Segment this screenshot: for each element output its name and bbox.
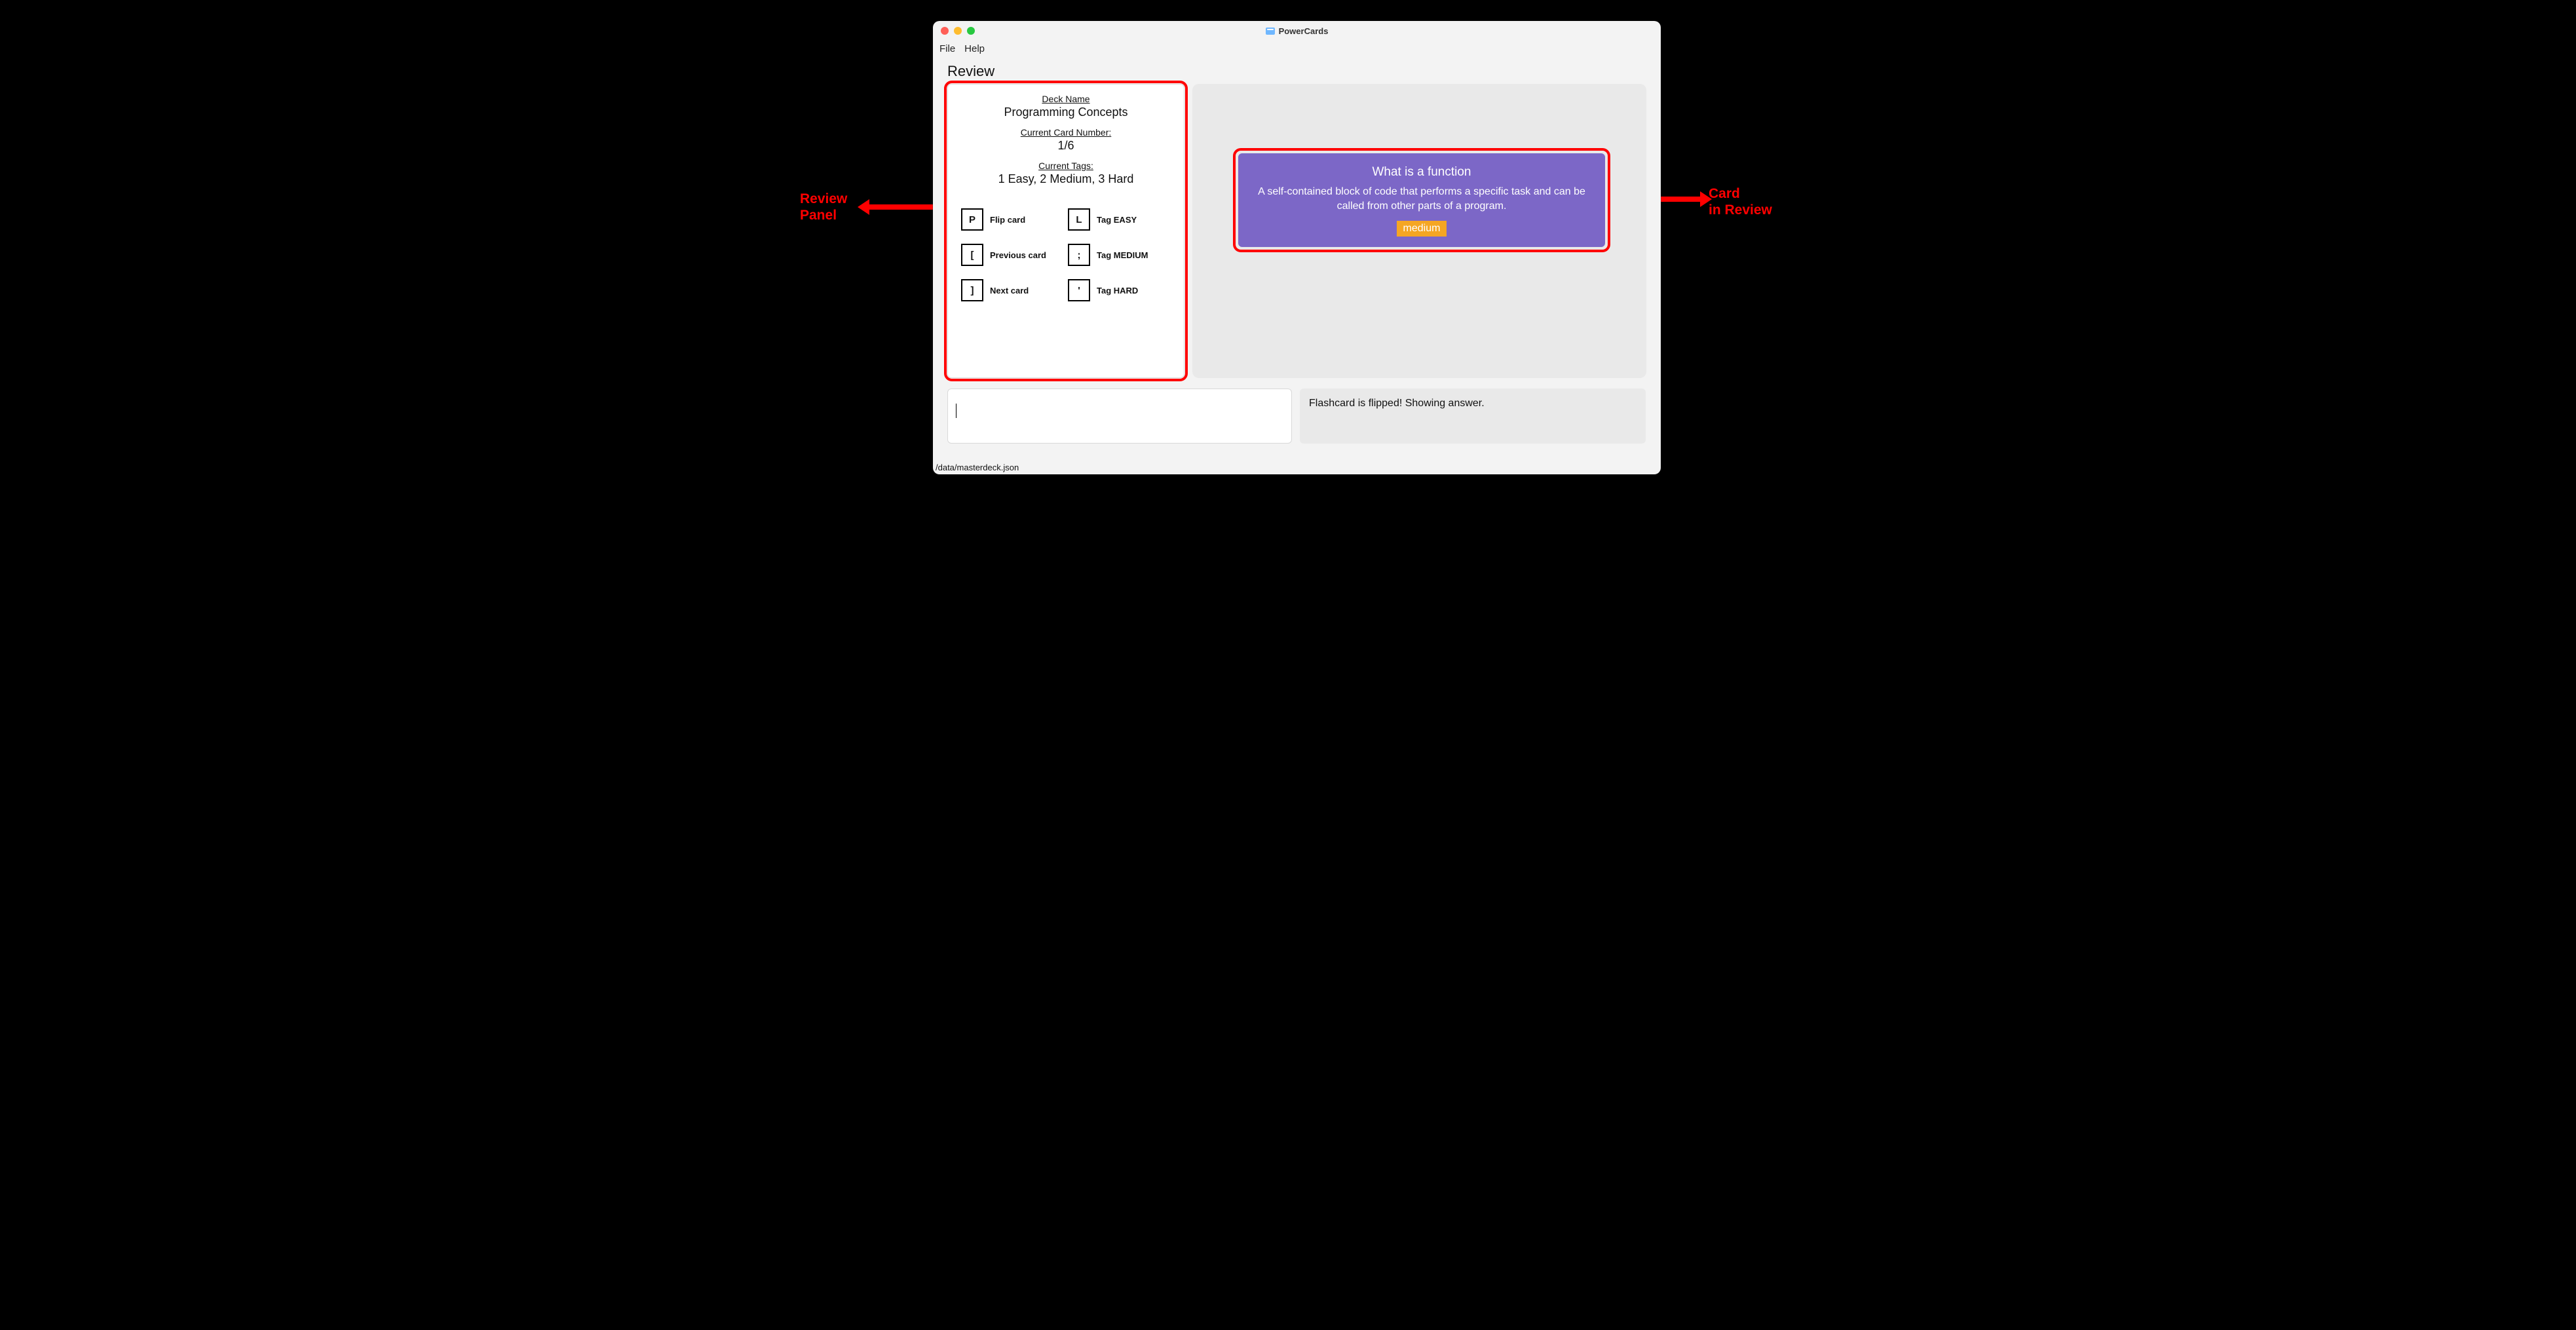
window-title: PowerCards xyxy=(1266,26,1329,36)
app-icon xyxy=(1266,28,1275,35)
key-hard: ' xyxy=(1068,279,1090,301)
window-controls xyxy=(941,27,975,35)
card-number-value: 1/6 xyxy=(955,139,1177,153)
menu-help[interactable]: Help xyxy=(964,43,985,54)
label-medium: Tag MEDIUM xyxy=(1097,250,1148,260)
status-message-box: Flashcard is flipped! Showing answer. xyxy=(1300,389,1646,444)
shortcut-flip: P Flip card xyxy=(961,208,1064,231)
label-hard: Tag HARD xyxy=(1097,286,1138,295)
key-prev: [ xyxy=(961,244,983,266)
annotation-left-line1: ReviewPanel xyxy=(800,191,847,223)
key-flip: P xyxy=(961,208,983,231)
deck-name-value: Programming Concepts xyxy=(955,105,1177,119)
shortcut-medium: ; Tag MEDIUM xyxy=(1068,244,1171,266)
label-prev: Previous card xyxy=(990,250,1046,260)
annotation-right-line1: Cardin Review xyxy=(1709,186,1772,218)
status-message: Flashcard is flipped! Showing answer. xyxy=(1309,398,1485,409)
label-flip: Flip card xyxy=(990,215,1025,225)
text-cursor-icon xyxy=(956,404,957,418)
key-medium: ; xyxy=(1068,244,1090,266)
label-easy: Tag EASY xyxy=(1097,215,1137,225)
page-title: Review xyxy=(947,63,994,80)
label-next: Next card xyxy=(990,286,1029,295)
key-easy: L xyxy=(1068,208,1090,231)
tags-value: 1 Easy, 2 Medium, 3 Hard xyxy=(955,172,1177,186)
shortcut-prev: [ Previous card xyxy=(961,244,1064,266)
card-area: What is a function A self-contained bloc… xyxy=(1192,84,1646,378)
menu-file[interactable]: File xyxy=(939,43,955,54)
deck-name-label: Deck Name xyxy=(955,94,1177,104)
card-number-label: Current Card Number: xyxy=(955,127,1177,138)
shortcut-easy: L Tag EASY xyxy=(1068,208,1171,231)
app-window: PowerCards File Help Review Deck Name Pr… xyxy=(933,21,1661,474)
key-next: ] xyxy=(961,279,983,301)
annotation-arrow-left xyxy=(869,204,938,210)
zoom-icon[interactable] xyxy=(967,27,975,35)
review-panel: Deck Name Programming Concepts Current C… xyxy=(947,84,1184,378)
minimize-icon[interactable] xyxy=(954,27,962,35)
menubar: File Help xyxy=(933,41,1661,56)
shortcut-hard: ' Tag HARD xyxy=(1068,279,1171,301)
app-title-text: PowerCards xyxy=(1279,26,1329,36)
titlebar: PowerCards xyxy=(933,21,1661,41)
annotation-card-in-review: Cardin Review xyxy=(1709,185,1772,218)
tags-label: Current Tags: xyxy=(955,161,1177,171)
card-answer: A self-contained block of code that perf… xyxy=(1249,185,1595,213)
card-difficulty-badge: medium xyxy=(1397,221,1447,237)
close-icon[interactable] xyxy=(941,27,949,35)
shortcut-grid: P Flip card L Tag EASY [ Previous card ;… xyxy=(955,208,1177,301)
annotation-review-panel: ReviewPanel xyxy=(800,191,847,223)
card-question: What is a function xyxy=(1249,165,1595,180)
footer-path: /data/masterdeck.json xyxy=(936,463,1019,472)
flashcard[interactable]: What is a function A self-contained bloc… xyxy=(1238,153,1605,247)
shortcut-next: ] Next card xyxy=(961,279,1064,301)
command-input[interactable] xyxy=(947,389,1292,444)
